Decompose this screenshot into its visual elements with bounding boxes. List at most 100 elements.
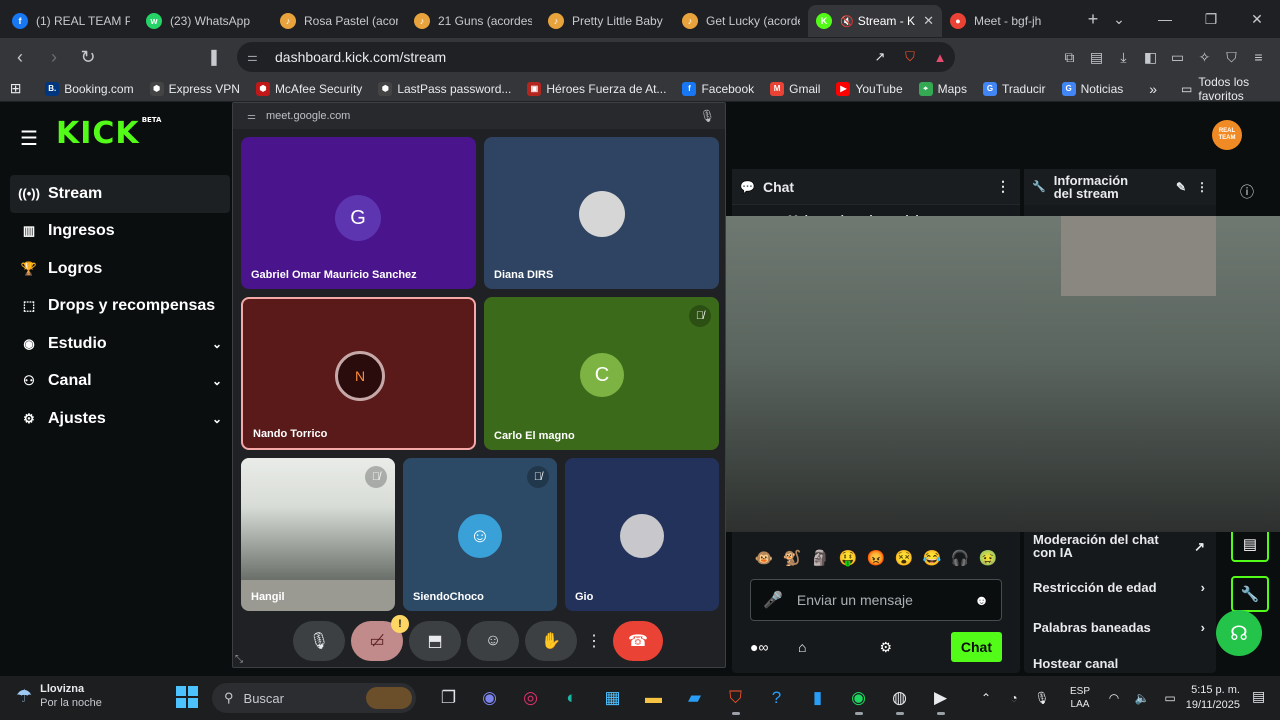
edge-icon[interactable]: ◐ (551, 680, 592, 716)
emoji-icon[interactable]: ☻ (974, 592, 989, 608)
emote-icon[interactable]: 🎧 (946, 549, 974, 571)
sidebar-item-drops[interactable]: ⬚ Drops y recompensas (10, 288, 230, 326)
vpn-icon[interactable]: ⛉ (1218, 49, 1245, 66)
sidebar-item-canal[interactable]: ⚇ Canal ⌄ (10, 363, 230, 401)
emote-icon[interactable]: 😵 (890, 549, 918, 571)
clock[interactable]: 5:15 p. m. 19/11/2025 (1182, 683, 1240, 713)
site-info-icon[interactable]: ⚌ (247, 50, 267, 64)
taskbar-search[interactable]: ⚲ Buscar (212, 683, 416, 713)
browser-tab[interactable]: K 🔇 Stream - K ✕ (808, 5, 942, 37)
wallet-icon[interactable]: ▭ (1164, 49, 1191, 66)
emote-icon[interactable]: 🤢 (974, 549, 1002, 571)
chevron-down-icon[interactable]: ⌄ (212, 412, 222, 426)
more-options-icon[interactable]: ⋮ (583, 621, 605, 661)
spotify-icon[interactable]: ◉ (838, 680, 879, 716)
restore-button[interactable]: ❐ (1188, 11, 1234, 28)
stream-setting-action-icon[interactable]: › (1201, 621, 1205, 634)
bookmark-item[interactable]: G Traducir (982, 81, 1046, 96)
forward-button[interactable]: › (40, 47, 68, 68)
edit-icon[interactable]: ✎ ⋮ (1176, 180, 1208, 194)
minimize-button[interactable]: — (1142, 11, 1188, 27)
present-screen-button[interactable]: ⬒ (409, 621, 461, 661)
microphone-button[interactable]: 🎙 (293, 621, 345, 661)
bookmark-item[interactable]: M Gmail (770, 81, 820, 96)
bookmark-item[interactable]: B. Booking.com (45, 81, 134, 96)
raise-hand-button[interactable]: ✋ (525, 621, 577, 661)
show-hidden-icons[interactable]: ⌃ (972, 691, 1000, 705)
notes-app-icon[interactable]: ▮ (797, 680, 838, 716)
bookmark-item[interactable]: ⬢ LastPass password... (378, 81, 511, 96)
browser-tab[interactable]: ♪ Rosa Pastel (acorc (272, 5, 406, 37)
sidebar-item-ingresos[interactable]: ▥ Ingresos (10, 213, 230, 251)
close-tab-icon[interactable]: ✕ (923, 13, 934, 29)
tab-search-icon[interactable]: ⌄ (1096, 11, 1142, 28)
hp-app-icon[interactable]: ▰ (674, 680, 715, 716)
leo-ai-icon[interactable]: ✧ (1191, 49, 1218, 66)
address-url[interactable]: dashboard.kick.com/stream (275, 49, 865, 65)
bookmark-item[interactable]: ▣ Héroes Fuerza de At... (527, 81, 666, 96)
tray-app-icon[interactable]: ◔ (1000, 691, 1028, 705)
info-icon[interactable]: ⓘ (1240, 182, 1254, 202)
bookmark-item[interactable]: ⬢ Express VPN (149, 81, 240, 96)
emote-icon[interactable]: 🐵 (750, 549, 778, 571)
sidebar-item-logros[interactable]: 🏆 Logros (10, 250, 230, 288)
chat-settings-icon[interactable]: ⚙ (879, 639, 901, 656)
bookmark-item[interactable]: ▶ YouTube (836, 81, 903, 96)
file-explorer-icon[interactable]: ▬ (633, 680, 674, 716)
resize-grip-icon[interactable]: ⤡ (235, 654, 243, 665)
instagram-icon[interactable]: ◎ (510, 680, 551, 716)
help-chat-button[interactable]: ☊ (1216, 610, 1262, 656)
avatar[interactable]: REAL TEAM (1212, 120, 1242, 150)
chevron-down-icon[interactable]: ⌄ (212, 337, 222, 351)
media-player-icon[interactable]: ▶ (920, 680, 961, 716)
close-window-button[interactable]: ✕ (1234, 11, 1280, 28)
sidebar-item-estudio[interactable]: ◉ Estudio ⌄ (10, 325, 230, 363)
sidebar-item-ajustes[interactable]: ⚙ Ajustes ⌄ (10, 400, 230, 438)
participant-tile[interactable]: G Gabriel Omar Mauricio Sanchez (241, 137, 476, 289)
emote-icon[interactable]: 😂 (918, 549, 946, 571)
participant-tile[interactable]: Diana DIRS (484, 137, 719, 289)
participant-tile[interactable]: 🎙̸ Hangil (241, 458, 395, 611)
emote-icon[interactable]: 🤑 (834, 549, 862, 571)
bookmark-item[interactable]: ⬢ McAfee Security (255, 81, 362, 96)
reactions-button[interactable]: ☺ (467, 621, 519, 661)
browser-tab[interactable]: ♪ Get Lucky (acorde (674, 5, 808, 37)
chat-input[interactable]: 🎤 Enviar un mensaje ☻ (750, 579, 1002, 621)
hamburger-menu-icon[interactable]: ☰ (20, 126, 38, 151)
search-placeholder[interactable]: Buscar (244, 691, 284, 706)
emote-icon[interactable]: 🗿 (806, 549, 834, 571)
brave-browser-icon[interactable]: ⛉ (715, 680, 756, 716)
sidebar-icon[interactable]: ◧ (1137, 49, 1164, 66)
browser-tab[interactable]: w (23) WhatsApp (138, 5, 272, 37)
chat-send-button[interactable]: Chat (950, 632, 1002, 662)
teams-chat-icon[interactable]: ◉ (469, 680, 510, 716)
mic-icon[interactable]: 🎤 (763, 590, 783, 610)
participant-tile[interactable]: ☺ 🎙̸ SiendoChoco (403, 458, 557, 611)
sidebar-item-stream[interactable]: ((•)) Stream (10, 175, 230, 213)
stream-setting-row[interactable]: Palabras baneadas › (1033, 621, 1211, 634)
stream-setting-row[interactable]: Moderación del chat con IA ↗ (1033, 533, 1211, 559)
back-button[interactable]: ‹ (6, 47, 34, 68)
apps-icon[interactable]: ⊞ (0, 80, 31, 97)
volume-icon[interactable]: 🔈 (1128, 691, 1156, 705)
browser-tab[interactable]: f (1) REAL TEAM PR (4, 5, 138, 37)
chat-input-placeholder[interactable]: Enviar un mensaje (797, 592, 913, 608)
stream-setting-row[interactable]: Hostear canal (1033, 657, 1211, 670)
stream-setting-action-icon[interactable]: › (1201, 581, 1205, 594)
emote-icon[interactable]: 😡 (862, 549, 890, 571)
camera-off-button[interactable]: ▭̸! (351, 615, 409, 661)
weather-widget[interactable]: ☂ Llovizna Por la noche (16, 682, 102, 710)
browser-tab[interactable]: ● Meet - bgf-jh (942, 5, 1076, 37)
stream-setting-action-icon[interactable]: ↗ (1194, 540, 1205, 553)
brave-rewards-icon[interactable]: ▲ (925, 50, 955, 65)
emote-icon[interactable]: 🐒 (778, 549, 806, 571)
store-icon[interactable]: ⌂ (798, 639, 830, 655)
address-bar[interactable]: ⚌ dashboard.kick.com/stream ↗ ⛉ ▲ (237, 42, 955, 72)
kick-logo[interactable]: KICK BETA (56, 116, 161, 151)
browser-tab[interactable]: ♪ Pretty Little Baby (540, 5, 674, 37)
reader-mode-icon[interactable]: ▤ (1083, 49, 1110, 66)
bookmark-page-icon[interactable]: ❚ (202, 47, 226, 67)
chat-options-icon[interactable]: ⋮ (996, 178, 1010, 195)
bookmark-item[interactable]: G Noticias (1061, 81, 1123, 96)
extensions-icon[interactable]: ⧉ (1056, 49, 1083, 66)
